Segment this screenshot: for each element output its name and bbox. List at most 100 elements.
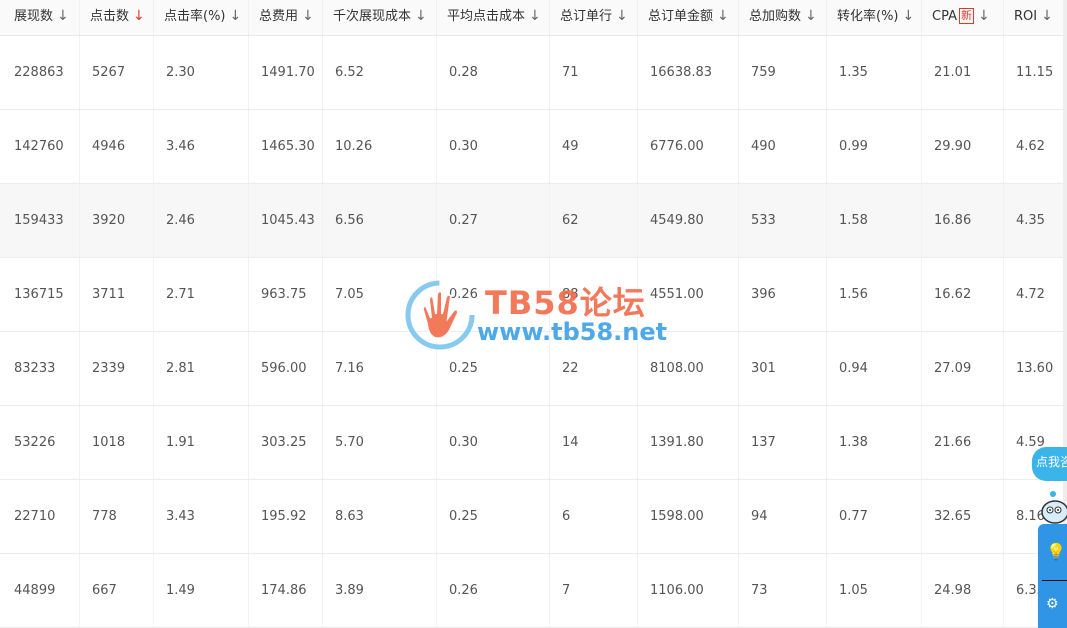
sort-arrow-icon[interactable]: ↓ [230,8,242,24]
column-header-label: 点击率(%) [164,9,226,24]
table-cell: 2.30 [154,36,249,109]
table-cell: 3711 [80,258,154,331]
tools-icon[interactable]: ⚙ [1046,596,1059,612]
table-cell: 1391.80 [638,406,739,479]
sort-arrow-icon[interactable]: ↓ [133,8,145,24]
sort-arrow-icon[interactable]: ↓ [805,8,817,24]
table-cell: 759 [739,36,827,109]
sort-arrow-icon[interactable]: ↓ [302,8,314,24]
sort-arrow-icon[interactable]: ↓ [529,8,541,24]
table-cell: 6.56 [323,184,437,257]
table-cell: 0.30 [437,110,550,183]
table-cell: 11.15 [1004,36,1067,109]
column-header-11[interactable]: ROI ↓ [1004,0,1067,35]
help-panel[interactable]: 💡 ⚙ [1038,524,1067,628]
table-cell: 2.81 [154,332,249,405]
table-row[interactable]: 142760 4946 3.46 1465.30 10.26 0.30 49 6776.00 4… [0,110,1067,184]
column-header-5[interactable]: 平均点击成本 ↓ [437,0,550,35]
table-row[interactable]: 44899 667 1.49 174.86 3.89 0.26 7 1106.00 73 1.05… [0,554,1067,628]
table-cell: 94 [739,480,827,553]
table-cell: 0.25 [437,332,550,405]
table-cell: 136715 [0,258,80,331]
column-header-10[interactable]: CPA 新 ↓ [922,0,1004,35]
new-badge: 新 [958,7,974,24]
table-cell: 0.30 [437,406,550,479]
table-cell: 5267 [80,36,154,109]
table-cell: 228863 [0,36,80,109]
column-header-label: 千次展现成本 [333,9,412,24]
table-row[interactable]: 159433 3920 2.46 1045.43 6.56 0.27 62 4549.80 53… [0,184,1067,258]
consult-bubble[interactable]: 点我咨询 [1032,447,1067,481]
column-header-label: 总订单行 [560,9,613,24]
table-cell: 533 [739,184,827,257]
table-cell: 10.26 [323,110,437,183]
table-cell: 396 [739,258,827,331]
column-header-label: 平均点击成本 [447,9,526,24]
sort-arrow-icon[interactable]: ↓ [978,8,990,24]
table-cell: 22710 [0,480,80,553]
table-row[interactable]: 228863 5267 2.30 1491.70 6.52 0.28 71 16638.83 7… [0,36,1067,110]
table-cell: 2.71 [154,258,249,331]
table-cell: 88 [550,258,638,331]
column-header-0[interactable]: 展现数 ↓ [0,0,80,35]
sort-arrow-icon[interactable]: ↓ [415,8,427,24]
sort-arrow-icon[interactable]: ↓ [616,8,628,24]
column-header-1[interactable]: 点击数 ↓ [80,0,154,35]
table-cell: 16.62 [922,258,1004,331]
mascot-icon[interactable] [1038,486,1067,526]
lightbulb-icon[interactable]: 💡 [1046,542,1066,561]
table-cell: 1.58 [827,184,922,257]
sort-arrow-icon[interactable]: ↓ [717,8,729,24]
table-cell: 4.35 [1004,184,1067,257]
table-cell: 21.01 [922,36,1004,109]
table-cell: 16638.83 [638,36,739,109]
table-cell: 303.25 [249,406,323,479]
table-row[interactable]: 83233 2339 2.81 596.00 7.16 0.25 22 8108.00 301 0… [0,332,1067,406]
sort-arrow-icon[interactable]: ↓ [57,8,69,24]
table-cell: 32.65 [922,480,1004,553]
table-cell: 53226 [0,406,80,479]
table-cell: 62 [550,184,638,257]
table-cell: 0.94 [827,332,922,405]
table-cell: 6 [550,480,638,553]
table-cell: 0.27 [437,184,550,257]
column-header-label: 点击数 [90,9,130,24]
table-cell: 1.05 [827,554,922,627]
table-cell: 49 [550,110,638,183]
column-header-9[interactable]: 转化率(%) ↓ [827,0,922,35]
table-cell: 1045.43 [249,184,323,257]
table-cell: 142760 [0,110,80,183]
column-header-2[interactable]: 点击率(%) ↓ [154,0,249,35]
column-header-label: 总订单金额 [648,9,714,24]
table-row[interactable]: 136715 3711 2.71 963.75 7.05 0.26 88 4551.00 396… [0,258,1067,332]
column-header-8[interactable]: 总加购数 ↓ [739,0,827,35]
table-cell: 83233 [0,332,80,405]
table-row[interactable]: 22710 778 3.43 195.92 8.63 0.25 6 1598.00 94 0.77… [0,480,1067,554]
column-header-7[interactable]: 总订单金额 ↓ [638,0,739,35]
table-cell: 4551.00 [638,258,739,331]
table-cell: 8.63 [323,480,437,553]
table-cell: 1.49 [154,554,249,627]
help-panel-divider [1042,580,1067,581]
column-header-label: 总费用 [259,9,299,24]
column-header-label: 展现数 [14,9,54,24]
table-cell: 4946 [80,110,154,183]
table-cell: 1.56 [827,258,922,331]
table-header: 展现数 ↓ 点击数 ↓ 点击率(%) ↓ 总费用 ↓ 千次展现成本 ↓ 平均点击成本 ↓ 总订单行 ↓ 总订… [0,0,1067,36]
table-cell: 4.72 [1004,258,1067,331]
table-cell: 29.90 [922,110,1004,183]
sort-arrow-icon[interactable]: ↓ [903,8,915,24]
table-cell: 3.89 [323,554,437,627]
table-cell: 0.28 [437,36,550,109]
table-cell: 13.60 [1004,332,1067,405]
table-row[interactable]: 53226 1018 1.91 303.25 5.70 0.30 14 1391.80 137 1… [0,406,1067,480]
table-cell: 3.46 [154,110,249,183]
table-cell: 0.99 [827,110,922,183]
table-cell: 195.92 [249,480,323,553]
column-header-4[interactable]: 千次展现成本 ↓ [323,0,437,35]
sort-arrow-icon[interactable]: ↓ [1041,8,1053,24]
column-header-6[interactable]: 总订单行 ↓ [550,0,638,35]
table-cell: 2.46 [154,184,249,257]
column-header-3[interactable]: 总费用 ↓ [249,0,323,35]
table-cell: 174.86 [249,554,323,627]
